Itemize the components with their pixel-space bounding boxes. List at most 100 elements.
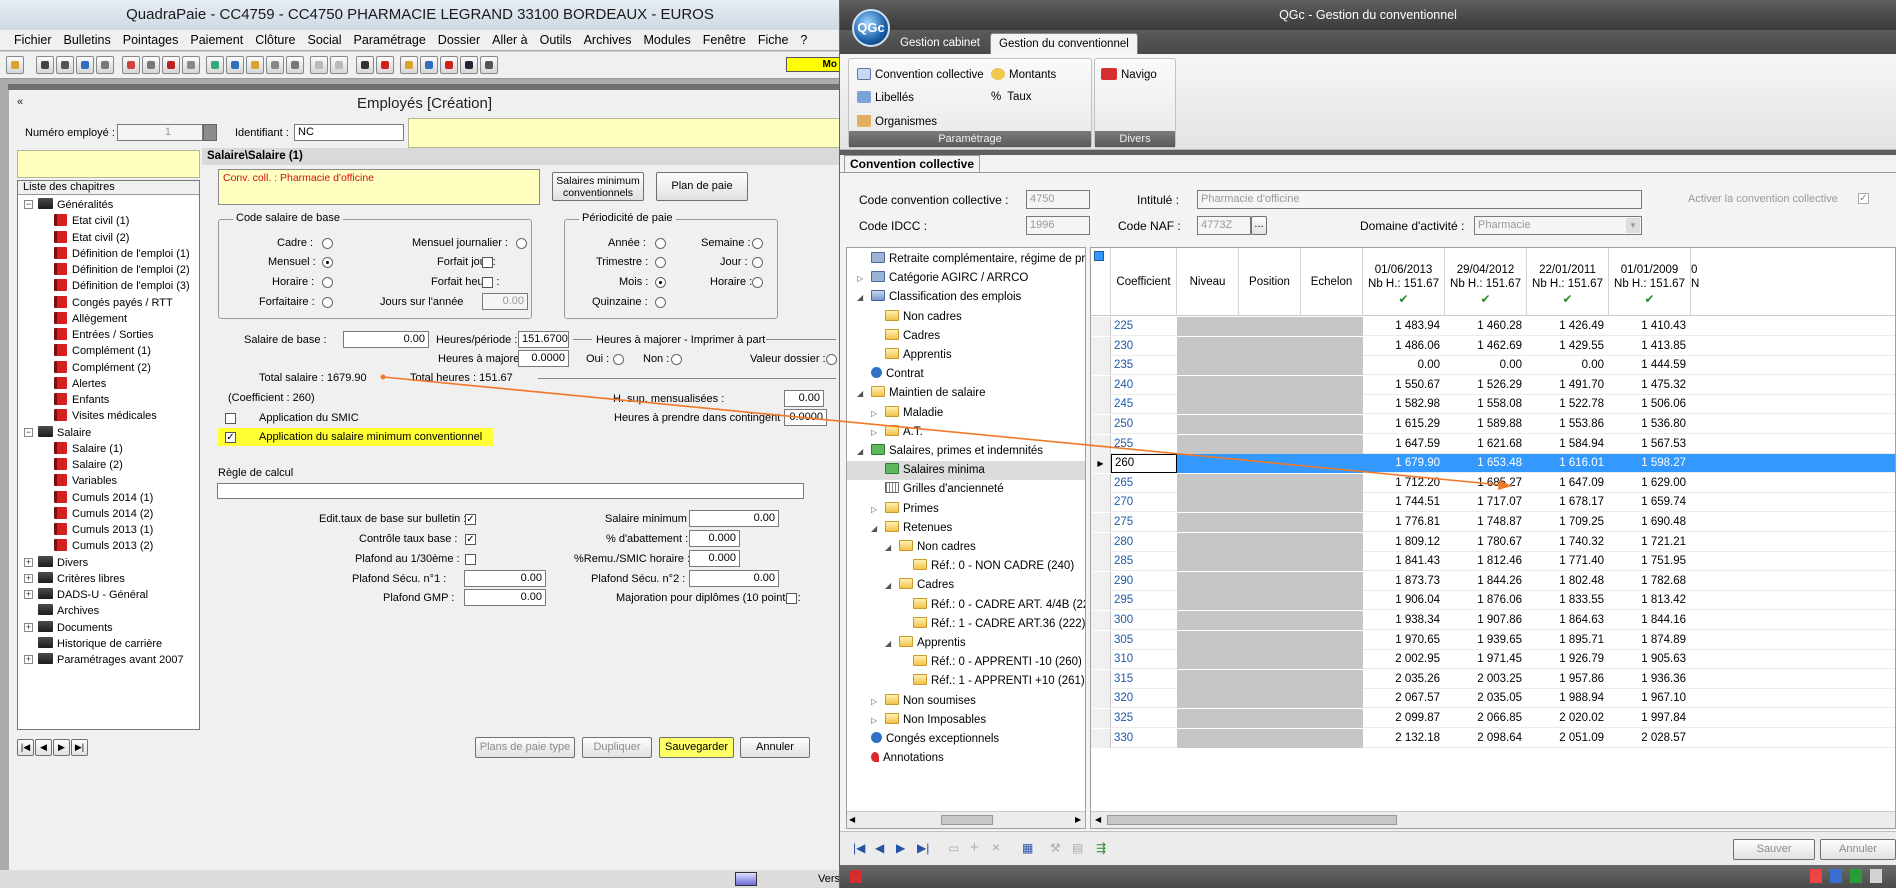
grid-cell[interactable]: [1239, 571, 1301, 591]
column-header[interactable]: Coefficient: [1111, 248, 1177, 316]
print-icon[interactable]: ▤: [1072, 841, 1083, 855]
grid-cell[interactable]: [1239, 336, 1301, 356]
value-cell[interactable]: 1 647.09: [1527, 474, 1609, 493]
collapse-icon[interactable]: ◢: [857, 288, 863, 307]
value-cell[interactable]: 1 926.79: [1527, 650, 1609, 669]
tree-node[interactable]: Réf.: 0 - APPRENTI -10 (260): [847, 653, 1085, 672]
chapter-item[interactable]: Définition de l'emploi (3): [54, 278, 190, 294]
coefficient-cell[interactable]: 285: [1111, 552, 1177, 571]
annee-radio[interactable]: [655, 238, 666, 249]
value-cell[interactable]: 1 444.59: [1609, 356, 1691, 375]
prev-record-icon[interactable]: ◀: [875, 841, 884, 855]
chapter-item[interactable]: Historique de carrière: [38, 636, 162, 652]
qgc-annuler-button[interactable]: Annuler: [1820, 839, 1896, 860]
coefficient-cell[interactable]: 270: [1111, 493, 1177, 512]
remu-smic-field[interactable]: 0.000: [689, 550, 740, 567]
last-record-icon[interactable]: ▶|: [917, 841, 929, 855]
date-column-header[interactable]: 29/04/2012 Nb H.: 151.67 ✔: [1445, 248, 1527, 316]
heures-periode-field[interactable]: 151.6700: [518, 331, 569, 348]
value-cell[interactable]: 2 035.05: [1445, 689, 1527, 708]
select-all-icon[interactable]: [1094, 251, 1104, 261]
chapter-item[interactable]: Cumuls 2014 (1): [54, 490, 153, 506]
activer-cc-checkbox[interactable]: ✓: [1858, 193, 1869, 204]
scroll-left-icon[interactable]: ◀: [849, 815, 855, 824]
grid-cell[interactable]: [1301, 728, 1363, 748]
column-header[interactable]: Echelon: [1301, 248, 1363, 316]
menu-item[interactable]: Pointages: [117, 30, 185, 50]
navigo-button[interactable]: Navigo: [1101, 68, 1157, 81]
numero-employe-spinner[interactable]: [203, 124, 217, 141]
heures-contingent-field[interactable]: 0.0000: [784, 409, 827, 426]
tree-node[interactable]: Retraite complémentaire, régime de prévo…: [847, 250, 1085, 269]
date-column-header[interactable]: 22/01/2011 Nb H.: 151.67 ✔: [1527, 248, 1609, 316]
value-cell[interactable]: 1 997.84: [1609, 709, 1691, 728]
table-row[interactable]: 230 1 486.06 1 462.69 1 429.55 1 413.85: [1091, 336, 1895, 356]
grid-cell[interactable]: [1239, 689, 1301, 709]
collapse-icon[interactable]: ◢: [885, 634, 891, 653]
value-cell[interactable]: 1 844.16: [1609, 611, 1691, 630]
grid-cell[interactable]: [1177, 591, 1239, 611]
horaire-periodicite-radio[interactable]: [752, 277, 763, 288]
code-cc-field[interactable]: 4750: [1026, 190, 1090, 209]
grid-cell[interactable]: [1301, 434, 1363, 454]
grid-cell[interactable]: [1177, 395, 1239, 415]
row-indicator[interactable]: [1091, 415, 1111, 434]
grid-cell[interactable]: [1177, 317, 1239, 336]
value-cell[interactable]: 1 907.86: [1445, 611, 1527, 630]
grid-cell[interactable]: [1301, 375, 1363, 395]
tab-gestion-cabinet[interactable]: Gestion cabinet: [892, 33, 988, 54]
value-cell[interactable]: 2 028.57: [1609, 729, 1691, 748]
grid-cell[interactable]: [1239, 513, 1301, 532]
salaire-base-field[interactable]: 0.00: [343, 331, 429, 348]
grid-cell[interactable]: [1301, 454, 1363, 474]
value-cell[interactable]: 1 809.12: [1363, 533, 1445, 552]
toolbar-icon[interactable]: [400, 56, 418, 74]
tree-node[interactable]: ◢ Classification des emplois: [847, 288, 1085, 307]
expand-icon[interactable]: ▷: [871, 711, 877, 730]
value-cell[interactable]: 1 744.51: [1363, 493, 1445, 512]
chapter-item[interactable]: Etat civil (2): [54, 230, 129, 246]
grid-cell[interactable]: [1301, 571, 1363, 591]
chapter-item[interactable]: Allègement: [54, 311, 127, 327]
row-indicator[interactable]: [1091, 728, 1111, 748]
dupliquer-button[interactable]: Dupliquer: [582, 737, 652, 758]
grid-cell[interactable]: [1177, 434, 1239, 454]
value-cell[interactable]: 1 748.87: [1445, 513, 1527, 532]
toolbar-icon[interactable]: [6, 56, 24, 74]
grid-cell[interactable]: [1301, 630, 1363, 650]
tree-node[interactable]: Congés exceptionnels: [847, 730, 1085, 749]
tree-node[interactable]: Apprentis: [847, 346, 1085, 365]
coefficient-cell[interactable]: 290: [1111, 572, 1177, 591]
row-indicator[interactable]: [1091, 669, 1111, 689]
forfait-jour-checkbox[interactable]: [482, 257, 493, 268]
toolbar-icon[interactable]: [310, 56, 328, 74]
domaine-field[interactable]: Pharmacie ▼: [1474, 216, 1642, 235]
value-cell[interactable]: 1 751.95: [1609, 552, 1691, 571]
grid-cell[interactable]: [1239, 650, 1301, 670]
tree-node[interactable]: ▷ Non soumises: [847, 692, 1085, 711]
chapter-item[interactable]: Congés payés / RTT: [54, 295, 173, 311]
row-indicator[interactable]: [1091, 395, 1111, 415]
column-header[interactable]: Position: [1239, 248, 1301, 316]
value-cell[interactable]: 1 967.10: [1609, 689, 1691, 708]
value-cell[interactable]: 1 491.70: [1527, 376, 1609, 395]
scroll-right-icon[interactable]: ▶: [1075, 815, 1081, 824]
row-indicator[interactable]: [1091, 513, 1111, 532]
grid-cell[interactable]: [1301, 493, 1363, 513]
coefficient-cell[interactable]: 225: [1111, 317, 1177, 336]
grid-cell[interactable]: [1177, 493, 1239, 513]
taskbar-app-icon[interactable]: [735, 872, 757, 886]
coefficient-cell[interactable]: 265: [1111, 474, 1177, 493]
mensuel-journalier-radio[interactable]: [516, 238, 527, 249]
grid-cell[interactable]: [1239, 669, 1301, 689]
value-cell[interactable]: 1 616.01: [1527, 454, 1609, 473]
expand-icon[interactable]: ▷: [857, 269, 863, 288]
value-cell[interactable]: 2 132.18: [1363, 729, 1445, 748]
expand-icon[interactable]: −: [24, 427, 33, 437]
chapter-item[interactable]: Salaire (2): [54, 457, 123, 473]
plan-de-paie-button[interactable]: Plan de paie: [656, 172, 748, 201]
coefficient-cell[interactable]: 320: [1111, 689, 1177, 708]
menu-item[interactable]: Social: [301, 30, 347, 50]
grid-cell[interactable]: [1239, 630, 1301, 650]
chevron-down-icon[interactable]: ▼: [1626, 218, 1640, 233]
